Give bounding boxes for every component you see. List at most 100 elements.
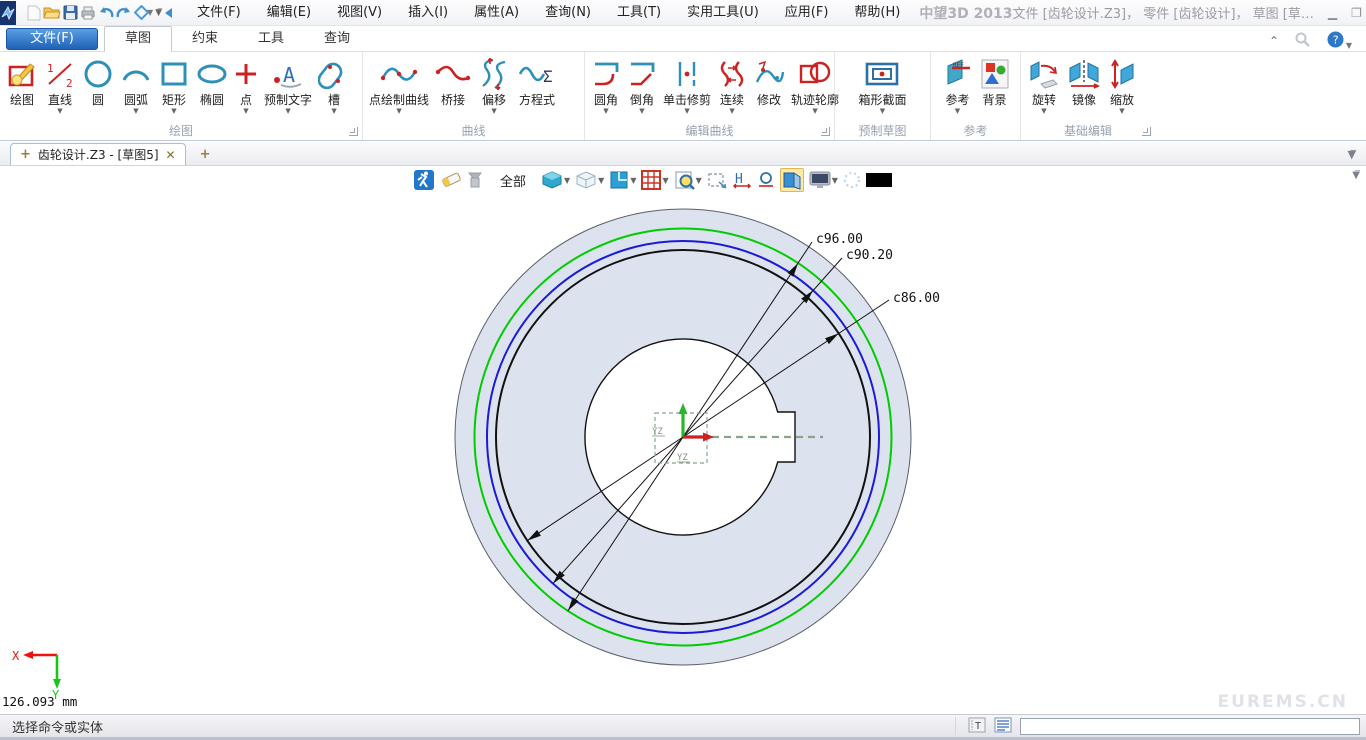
ribbon-rect-button[interactable]: 矩形▼ [155, 55, 193, 117]
drawing-canvas[interactable]: c96.00 c90.20 c86.00 YZ YZ [0, 166, 1366, 714]
ribbon-text-button[interactable]: A 预制文字▼ [261, 55, 315, 117]
command-log-icon[interactable] [994, 717, 1012, 736]
ribbon-offset-button[interactable]: 偏移▼ [474, 55, 514, 117]
ribbon-chamfer-button[interactable]: 倒角▼ [624, 55, 660, 117]
toolbar-overflow-icon[interactable]: ▼̅ [1352, 170, 1360, 181]
chevron-down-icon[interactable]: ▼ [729, 107, 734, 117]
chevron-down-icon[interactable]: ▼ [396, 107, 401, 117]
exit-sketch-icon[interactable] [413, 169, 435, 191]
sketch-viewport[interactable]: c96.00 c90.20 c86.00 YZ YZ [0, 166, 1366, 714]
chevron-down-icon[interactable]: ▼ [684, 107, 689, 117]
zoom-window-icon[interactable] [707, 171, 727, 189]
show-sketch-plane-icon[interactable] [780, 168, 804, 192]
ribbon-line-button[interactable]: 12 直线▼ [41, 55, 79, 117]
horizontal-dim-icon[interactable]: H [732, 171, 752, 189]
dotted-circle-icon[interactable] [843, 171, 861, 189]
zoom-sheet-icon[interactable]: ▼ [674, 170, 702, 190]
ribbon-fillet-button[interactable]: 圆角▼ [588, 55, 624, 117]
ribbon-spline-button[interactable]: 点绘制曲线▼ [366, 55, 432, 117]
input-options-icon[interactable]: T [968, 717, 986, 736]
menu-apps[interactable]: 应用(F) [772, 1, 842, 25]
file-menu-button[interactable]: 文件(F) [6, 28, 98, 50]
filter-scope-dropdown[interactable]: 全部 [500, 171, 526, 190]
search-icon[interactable] [1295, 32, 1311, 51]
tab-inquire[interactable]: 查询 [304, 27, 370, 51]
ribbon-reference-button[interactable]: REF 参考▼ [939, 55, 977, 117]
ribbon-draw-button[interactable]: 绘图 [3, 55, 41, 117]
chevron-down-icon[interactable]: ▼ [243, 107, 248, 117]
ribbon-mirror-button[interactable]: 镜像 [1064, 55, 1104, 117]
chevron-down-icon[interactable]: ▼ [57, 107, 62, 117]
ribbon-ellipse-button[interactable]: 椭圆 [193, 55, 231, 117]
menu-inquire[interactable]: 查询(N) [532, 1, 604, 25]
new-file-icon[interactable] [27, 3, 41, 23]
menu-attributes[interactable]: 属性(A) [461, 1, 532, 25]
tab-constraint[interactable]: 约束 [172, 27, 238, 51]
eraser-icon[interactable] [440, 170, 462, 190]
chevron-down-icon[interactable]: ▼ [955, 107, 960, 117]
dialog-launcher-icon[interactable] [1142, 127, 1151, 136]
restore-button[interactable]: ❐ [1351, 6, 1362, 20]
ribbon-scale-button[interactable]: 缩放▼ [1104, 55, 1140, 117]
chevron-down-icon[interactable]: ▼ [1119, 107, 1124, 117]
grid-toggle-icon[interactable]: ▼ [641, 170, 668, 190]
collapse-left-icon[interactable] [164, 3, 173, 23]
dialog-launcher-icon[interactable] [821, 127, 830, 136]
new-tab-button[interactable]: + [186, 147, 225, 165]
ribbon-background-button[interactable]: 背景 [977, 55, 1013, 117]
ribbon-modify-button[interactable]: 修改 [750, 55, 788, 117]
save-icon[interactable] [63, 3, 78, 23]
ribbon-arc-button[interactable]: 圆弧▼ [117, 55, 155, 117]
undo-icon[interactable] [98, 3, 114, 23]
redo-icon[interactable] [116, 3, 132, 23]
ribbon-equation-button[interactable]: Σ 方程式 [514, 55, 560, 117]
regen-icon[interactable]: ▼ [134, 3, 153, 23]
ribbon-rotate-button[interactable]: 旋转▼ [1024, 55, 1064, 117]
tab-sketch[interactable]: 草图 [104, 26, 172, 52]
document-tab-active[interactable]: + 齿轮设计.Z3 - [草图5] ✕ [10, 143, 186, 165]
menu-help[interactable]: 帮助(H) [841, 1, 913, 25]
chevron-down-icon[interactable]: ▼ [133, 107, 138, 117]
print-icon[interactable] [80, 3, 96, 23]
ribbon-circle-button[interactable]: 圆 [79, 55, 117, 117]
help-icon[interactable]: ? ▼ [1327, 31, 1352, 51]
menu-view[interactable]: 视图(V) [324, 1, 395, 25]
ribbon-track-profile-button[interactable]: 轨迹轮廓▼ [788, 55, 842, 117]
filter-icon[interactable] [467, 170, 485, 190]
color-swatch[interactable] [866, 173, 892, 187]
close-tab-icon[interactable]: ✕ [166, 148, 176, 162]
dialog-launcher-icon[interactable] [349, 127, 358, 136]
chevron-down-icon[interactable]: ▼ [1041, 107, 1046, 117]
tab-overflow-icon[interactable]: ▼̅ [1338, 148, 1366, 165]
open-file-icon[interactable] [43, 3, 61, 23]
menu-file[interactable]: 文件(F) [184, 1, 254, 25]
ribbon-box-section-button[interactable]: 箱形截面▼ [855, 55, 909, 117]
ribbon-point-button[interactable]: 点▼ [231, 55, 261, 117]
chevron-down-icon[interactable]: ▼ [639, 107, 644, 117]
chevron-down-icon[interactable]: ▼ [603, 107, 608, 117]
chevron-down-icon[interactable]: ▼ [285, 107, 290, 117]
ribbon-collapse-icon[interactable]: ⌃ [1269, 34, 1279, 48]
command-input[interactable] [1020, 718, 1360, 735]
ribbon-bridge-button[interactable]: 桥接 [432, 55, 474, 117]
chevron-down-icon[interactable]: ▼ [491, 107, 496, 117]
menu-insert[interactable]: 插入(I) [395, 1, 461, 25]
wireframe-display-icon[interactable]: ▼ [575, 170, 604, 190]
ribbon-continue-button[interactable]: 连续▼ [714, 55, 750, 117]
display-mode-icon[interactable]: ▼ [809, 171, 838, 189]
chevron-down-icon[interactable]: ▼ [812, 107, 817, 117]
chevron-down-icon[interactable]: ▼ [880, 107, 885, 117]
tab-tools[interactable]: 工具 [238, 27, 304, 51]
menu-utilities[interactable]: 实用工具(U) [674, 1, 772, 25]
toolbar-options-icon[interactable]: ▼̅ [155, 3, 162, 23]
chevron-down-icon[interactable]: ▼ [171, 107, 176, 117]
menu-tools[interactable]: 工具(T) [604, 1, 674, 25]
ribbon-slot-button[interactable]: 槽▼ [315, 55, 353, 117]
shaded-display-icon[interactable]: ▼ [541, 170, 570, 190]
chevron-down-icon[interactable]: ▼ [331, 107, 336, 117]
ribbon-trim-button[interactable]: 单击修剪▼ [660, 55, 714, 117]
minimize-button[interactable]: ▁ [1328, 6, 1337, 20]
view-orientation-icon[interactable]: ▼ [609, 170, 636, 190]
diameter-dim-icon[interactable] [757, 171, 775, 189]
menu-edit[interactable]: 编辑(E) [254, 1, 324, 25]
